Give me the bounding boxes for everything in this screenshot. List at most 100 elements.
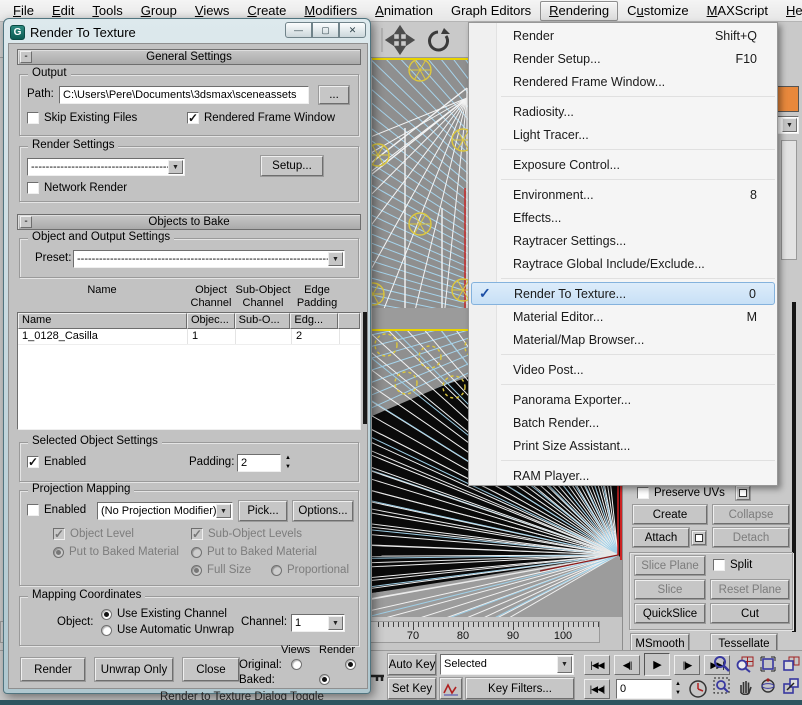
unwrap-only-button[interactable]: Unwrap Only bbox=[95, 658, 173, 681]
path-field[interactable]: C:\Users\Pere\Documents\3dsmax\sceneasse… bbox=[59, 86, 309, 104]
selection-set-dropdown[interactable]: Selected ▼ bbox=[440, 654, 574, 675]
render-button[interactable]: Render bbox=[21, 658, 85, 681]
menu-item-ram-player[interactable]: RAM Player... bbox=[471, 464, 775, 487]
menu-item-light-tracer[interactable]: Light Tracer... bbox=[471, 123, 775, 146]
preserve-uvs-checkbox[interactable] bbox=[637, 487, 649, 499]
previous-frame-button[interactable]: ◀|| bbox=[614, 655, 640, 675]
use-auto-radio[interactable] bbox=[101, 625, 112, 636]
chevron-down-icon[interactable]: ▼ bbox=[216, 504, 231, 518]
rollout-general-settings[interactable]: - General Settings bbox=[17, 49, 361, 65]
menu-item-panorama-exporter[interactable]: Panorama Exporter... bbox=[471, 388, 775, 411]
quickslice-button[interactable]: QuickSlice bbox=[635, 604, 705, 623]
menu-item-raytrace-global-include-exclude[interactable]: Raytrace Global Include/Exclude... bbox=[471, 252, 775, 275]
zoom-icon[interactable] bbox=[710, 653, 733, 675]
cut-button[interactable]: Cut bbox=[711, 604, 789, 623]
menu-item-radiosity[interactable]: Radiosity... bbox=[471, 100, 775, 123]
set-key-button[interactable]: Set Key bbox=[388, 678, 436, 699]
menu-item-render[interactable]: RenderShift+Q bbox=[471, 24, 775, 47]
split-checkbox[interactable] bbox=[713, 559, 725, 571]
close-button[interactable]: ✕ bbox=[339, 22, 366, 38]
render-preset-dropdown[interactable]: ----------------------------------------… bbox=[27, 158, 185, 176]
maximize-button[interactable]: ▢ bbox=[312, 22, 339, 38]
reset-plane-button[interactable]: Reset Plane bbox=[711, 580, 789, 599]
menu-item-batch-render[interactable]: Batch Render... bbox=[471, 411, 775, 434]
projection-modifier-dropdown[interactable]: (No Projection Modifier) ▼ bbox=[97, 502, 233, 520]
preserve-uvs-settings-button[interactable] bbox=[736, 486, 750, 500]
table-column-header[interactable]: Name bbox=[18, 313, 187, 329]
table-row[interactable]: 1_0128_Casilla12 bbox=[18, 329, 360, 345]
next-frame-button[interactable]: ||▶ bbox=[674, 655, 700, 675]
chevron-down-icon[interactable]: ▼ bbox=[328, 252, 343, 266]
time-configuration-icon[interactable] bbox=[688, 679, 708, 699]
table-column-header[interactable]: Edg... bbox=[290, 313, 338, 329]
menu-item-video-post[interactable]: Video Post... bbox=[471, 358, 775, 381]
orbit-icon[interactable] bbox=[756, 675, 779, 697]
menubar-item-graph-editors[interactable]: Graph Editors bbox=[442, 1, 540, 21]
auto-key-button[interactable]: Auto Key bbox=[388, 654, 436, 675]
zoom-extents-icon[interactable] bbox=[756, 653, 779, 675]
maximize-viewport-icon[interactable] bbox=[779, 675, 802, 697]
padding-spinner[interactable]: ▲▼ bbox=[283, 454, 293, 472]
pick-button[interactable]: Pick... bbox=[239, 501, 287, 521]
original-views-radio[interactable] bbox=[291, 659, 302, 670]
play-button[interactable]: ▶ bbox=[644, 653, 670, 676]
collapse-button[interactable]: Collapse bbox=[713, 505, 789, 524]
menu-item-render-setup[interactable]: Render Setup...F10 bbox=[471, 47, 775, 70]
zoom-all-icon[interactable] bbox=[733, 653, 756, 675]
slice-button[interactable]: Slice bbox=[635, 580, 705, 599]
sub-object-levels-checkbox[interactable] bbox=[191, 528, 203, 540]
setup-button[interactable]: Setup... bbox=[261, 156, 323, 176]
zoom-region-icon[interactable] bbox=[710, 675, 733, 697]
attach-settings-button[interactable] bbox=[692, 531, 706, 545]
rollout-objects-to-bake[interactable]: - Objects to Bake bbox=[17, 214, 361, 230]
slice-plane-button[interactable]: Slice Plane bbox=[635, 556, 705, 575]
bake-preset-dropdown[interactable]: ----------------------------------------… bbox=[73, 250, 345, 268]
rendered-frame-checkbox[interactable] bbox=[187, 112, 199, 124]
close-dialog-button[interactable]: Close bbox=[183, 658, 239, 681]
minimize-button[interactable]: — bbox=[285, 22, 312, 38]
detach-button[interactable]: Detach bbox=[713, 528, 789, 547]
panel-scrollbar[interactable] bbox=[781, 140, 797, 260]
options-button[interactable]: Options... bbox=[293, 501, 353, 521]
dialog-scrollbar-thumb[interactable] bbox=[363, 312, 368, 424]
menu-item-raytracer-settings[interactable]: Raytracer Settings... bbox=[471, 229, 775, 252]
table-column-header[interactable]: Objec... bbox=[187, 313, 235, 329]
proportional-radio[interactable] bbox=[271, 565, 282, 576]
key-mode-curve-button[interactable] bbox=[440, 678, 462, 699]
menu-item-rendered-frame-window[interactable]: Rendered Frame Window... bbox=[471, 70, 775, 93]
attach-button[interactable]: Attach bbox=[633, 528, 689, 547]
go-to-start-button[interactable]: |◀◀ bbox=[584, 655, 610, 675]
projection-enabled-checkbox[interactable] bbox=[27, 504, 39, 516]
channel-dropdown[interactable]: 1 ▼ bbox=[291, 614, 345, 632]
menu-item-render-to-texture[interactable]: ✓Render To Texture...0 bbox=[471, 282, 775, 305]
baked-views-radio[interactable] bbox=[319, 674, 330, 685]
table-column-header[interactable]: Sub-O... bbox=[235, 313, 291, 329]
menubar-item-customize[interactable]: Customize bbox=[618, 1, 697, 21]
object-level-checkbox[interactable] bbox=[53, 528, 65, 540]
use-existing-radio[interactable] bbox=[101, 609, 112, 620]
key-filters-button[interactable]: Key Filters... bbox=[466, 678, 574, 699]
menu-item-exposure-control[interactable]: Exposure Control... bbox=[471, 153, 775, 176]
full-size-radio[interactable] bbox=[191, 565, 202, 576]
skip-existing-checkbox[interactable] bbox=[27, 112, 39, 124]
enabled-checkbox[interactable] bbox=[27, 456, 39, 468]
objects-table[interactable]: NameObjec...Sub-O...Edg... 1_0128_Casill… bbox=[17, 312, 361, 430]
create-button[interactable]: Create bbox=[633, 505, 707, 524]
menubar-item-animation[interactable]: Animation bbox=[366, 1, 442, 21]
menu-item-material-map-browser[interactable]: Material/Map Browser... bbox=[471, 328, 775, 351]
collapse-rollout-icon[interactable]: - bbox=[20, 216, 32, 228]
menu-item-environment[interactable]: Environment...8 bbox=[471, 183, 775, 206]
table-column-header[interactable] bbox=[338, 313, 360, 329]
network-render-checkbox[interactable] bbox=[27, 182, 39, 194]
put-baked-2-radio[interactable] bbox=[191, 547, 202, 558]
frame-spinner[interactable]: ▲▼ bbox=[673, 679, 683, 699]
menubar-item-maxscript[interactable]: MAXScript bbox=[698, 1, 777, 21]
original-render-radio[interactable] bbox=[345, 659, 356, 670]
zoom-extents-all-icon[interactable] bbox=[779, 653, 802, 675]
pan-hand-icon[interactable] bbox=[733, 675, 756, 697]
menu-item-print-size-assistant[interactable]: Print Size Assistant... bbox=[471, 434, 775, 457]
previous-key-button[interactable]: |◀◀| bbox=[584, 679, 610, 699]
browse-button[interactable]: ... bbox=[319, 86, 349, 104]
chevron-down-icon[interactable]: ▼ bbox=[557, 656, 572, 673]
collapse-rollout-icon[interactable]: - bbox=[20, 51, 32, 63]
